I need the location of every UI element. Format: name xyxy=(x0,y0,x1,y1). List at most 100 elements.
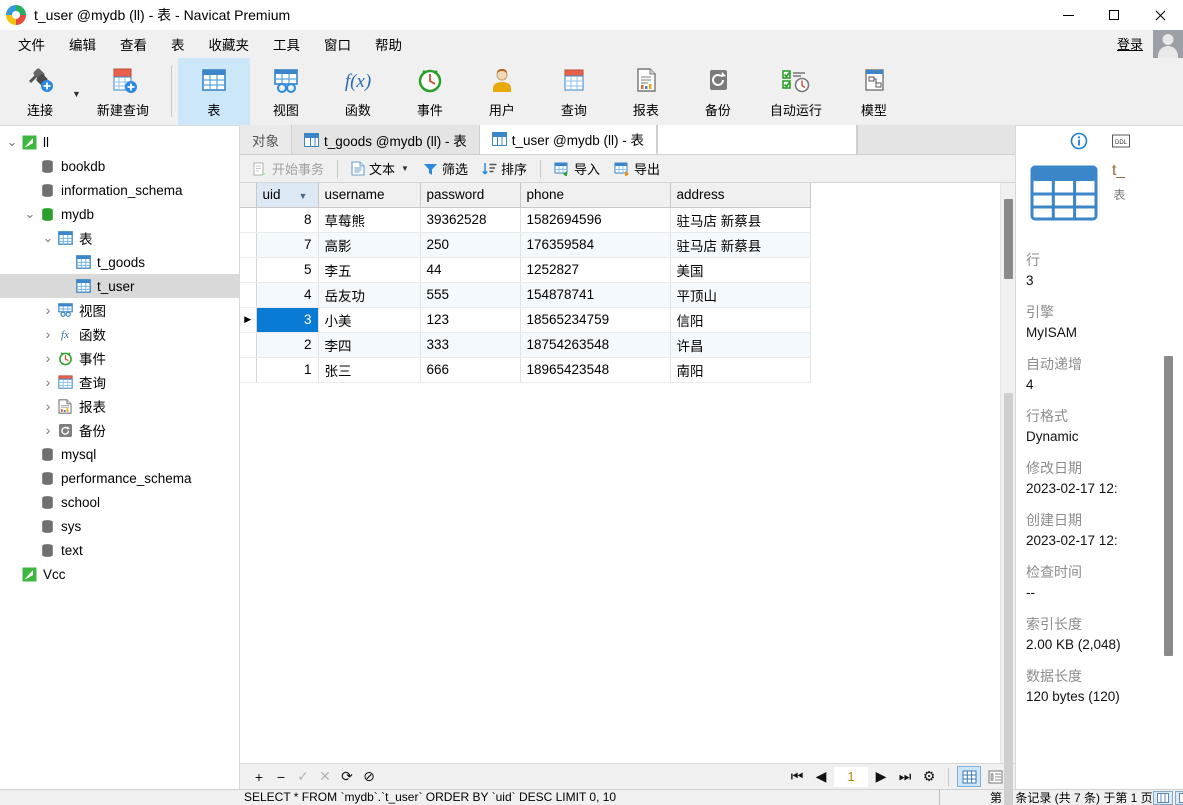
info-panel-scrollbar[interactable] xyxy=(1164,286,1173,759)
cancel-changes-button[interactable]: ✕ xyxy=(314,767,336,787)
tab-t-user[interactable]: t_user @mydb (ll) - 表 xyxy=(479,125,657,154)
first-page-button[interactable]: ⏮ xyxy=(786,767,808,787)
cell-password[interactable]: 666 xyxy=(420,357,521,383)
row-selector-current[interactable]: ▶ xyxy=(240,307,257,333)
stop-button[interactable]: ⊘ xyxy=(358,767,380,787)
ribbon-query-button[interactable]: 查询 xyxy=(538,58,610,125)
next-page-button[interactable]: ▶ xyxy=(870,767,892,787)
chevron-right-icon[interactable]: › xyxy=(40,398,56,414)
tab-t-goods[interactable]: t_goods @mydb (ll) - 表 xyxy=(292,125,480,154)
add-record-button[interactable]: + xyxy=(248,767,270,787)
chevron-right-icon[interactable]: › xyxy=(40,302,56,318)
row-selector[interactable] xyxy=(240,282,257,308)
table-row[interactable]: ▶ 3 小美 123 18565234759 信阳 xyxy=(240,307,811,333)
delete-record-button[interactable]: − xyxy=(270,767,292,787)
cell-uid[interactable]: 3 xyxy=(256,307,319,333)
menu-window[interactable]: 窗口 xyxy=(312,30,363,58)
export-button[interactable]: 导出 xyxy=(607,156,667,181)
cell-address[interactable]: 驻马店 新蔡县 xyxy=(670,207,811,233)
cell-username[interactable]: 草莓熊 xyxy=(318,207,421,233)
chevron-right-icon[interactable]: › xyxy=(40,374,56,390)
grid-view-button[interactable] xyxy=(957,766,981,787)
table-row[interactable]: 5 李五 44 1252827 美国 xyxy=(240,257,811,283)
cell-username[interactable]: 岳友功 xyxy=(318,282,421,308)
menu-favorites[interactable]: 收藏夹 xyxy=(197,30,262,58)
tree-item--[interactable]: › 视图 xyxy=(0,298,239,322)
sort-button[interactable]: 排序 xyxy=(475,156,534,181)
cell-phone[interactable]: 18965423548 xyxy=(520,357,671,383)
cell-password[interactable]: 250 xyxy=(420,232,521,258)
last-page-button[interactable]: ⏭ xyxy=(894,767,916,787)
cell-uid[interactable]: 5 xyxy=(256,257,319,283)
ribbon-user-button[interactable]: 用户 xyxy=(466,58,538,125)
column-header-address[interactable]: address xyxy=(670,183,811,208)
column-header-phone[interactable]: phone xyxy=(520,183,671,208)
tree-item-information_schema[interactable]: information_schema xyxy=(0,178,239,202)
tree-item--[interactable]: › fx 函数 xyxy=(0,322,239,346)
cell-password[interactable]: 333 xyxy=(420,332,521,358)
cell-phone[interactable]: 18565234759 xyxy=(520,307,671,333)
table-row[interactable]: 1 张三 666 18965423548 南阳 xyxy=(240,357,811,383)
cell-username[interactable]: 高影 xyxy=(318,232,421,258)
table-row[interactable]: 2 李四 333 18754263548 许昌 xyxy=(240,332,811,358)
page-number-input[interactable] xyxy=(834,766,868,787)
info-tab-button[interactable] xyxy=(1068,130,1090,152)
chevron-down-icon[interactable]: ⌄ xyxy=(4,134,20,150)
cell-address[interactable]: 美国 xyxy=(670,257,811,283)
apply-changes-button[interactable]: ✓ xyxy=(292,767,314,787)
tree-item-mysql[interactable]: mysql xyxy=(0,442,239,466)
cell-phone[interactable]: 154878741 xyxy=(520,282,671,308)
tree-item-ll[interactable]: ⌄ ll xyxy=(0,130,239,154)
cell-username[interactable]: 小美 xyxy=(318,307,421,333)
ribbon-table-button[interactable]: 表 xyxy=(177,58,250,125)
close-button[interactable] xyxy=(1137,0,1183,30)
ribbon-new-query-button[interactable]: 新建查询 xyxy=(81,58,165,125)
minimize-button[interactable] xyxy=(1045,0,1091,30)
cell-phone[interactable]: 1252827 xyxy=(520,257,671,283)
avatar[interactable] xyxy=(1153,29,1183,58)
menu-help[interactable]: 帮助 xyxy=(363,30,414,58)
grid-vertical-scrollbar[interactable] xyxy=(1000,183,1015,805)
row-selector[interactable] xyxy=(240,357,257,383)
grid-scroll-thumb-lower[interactable] xyxy=(1004,393,1013,805)
page-settings-button[interactable]: ⚙ xyxy=(918,767,940,787)
tree-item--[interactable]: › 备份 xyxy=(0,418,239,442)
table-row[interactable]: 4 岳友功 555 154878741 平顶山 xyxy=(240,282,811,308)
cell-uid[interactable]: 8 xyxy=(256,207,319,233)
tree-item-t_goods[interactable]: t_goods xyxy=(0,250,239,274)
chevron-down-icon[interactable]: ▼ xyxy=(401,164,409,173)
tree-item-mydb[interactable]: ⌄ mydb xyxy=(0,202,239,226)
cell-phone[interactable]: 176359584 xyxy=(520,232,671,258)
grid-scroll-region[interactable]: uid ▼ username password phone address 8 草莓熊 393… xyxy=(240,183,1000,763)
ribbon-automation-button[interactable]: 自动运行 xyxy=(754,58,838,125)
cell-uid[interactable]: 7 xyxy=(256,232,319,258)
begin-transaction-button[interactable]: 开始事务 xyxy=(246,156,331,181)
tree-item-bookdb[interactable]: bookdb xyxy=(0,154,239,178)
cell-password[interactable]: 555 xyxy=(420,282,521,308)
chevron-right-icon[interactable]: › xyxy=(40,350,56,366)
tab-objects[interactable]: 对象 xyxy=(240,125,292,154)
cell-username[interactable]: 张三 xyxy=(318,357,421,383)
cell-uid[interactable]: 1 xyxy=(256,357,319,383)
tree-item--[interactable]: ⌄ 表 xyxy=(0,226,239,250)
ddl-tab-button[interactable]: DDL xyxy=(1110,130,1132,152)
cell-address[interactable]: 驻马店 新蔡县 xyxy=(670,232,811,258)
status-grid-icon[interactable] xyxy=(1152,790,1173,805)
cell-username[interactable]: 李五 xyxy=(318,257,421,283)
maximize-button[interactable] xyxy=(1091,0,1137,30)
cell-username[interactable]: 李四 xyxy=(318,332,421,358)
row-selector[interactable] xyxy=(240,232,257,258)
ribbon-report-button[interactable]: 报表 xyxy=(610,58,682,125)
import-button[interactable]: 导入 xyxy=(547,156,607,181)
text-button[interactable]: 文本 ▼ xyxy=(344,156,416,181)
tree-item-text[interactable]: text xyxy=(0,538,239,562)
cell-phone[interactable]: 1582694596 xyxy=(520,207,671,233)
chevron-right-icon[interactable]: › xyxy=(40,422,56,438)
table-row[interactable]: 7 高影 250 176359584 驻马店 新蔡县 xyxy=(240,232,811,258)
tree-item-vcc[interactable]: Vcc xyxy=(0,562,239,586)
previous-page-button[interactable]: ◀ xyxy=(810,767,832,787)
grid-corner-header[interactable] xyxy=(240,183,257,208)
cell-password[interactable]: 39362528 xyxy=(420,207,521,233)
cell-password[interactable]: 123 xyxy=(420,307,521,333)
login-link[interactable]: 登录 xyxy=(1117,34,1147,53)
